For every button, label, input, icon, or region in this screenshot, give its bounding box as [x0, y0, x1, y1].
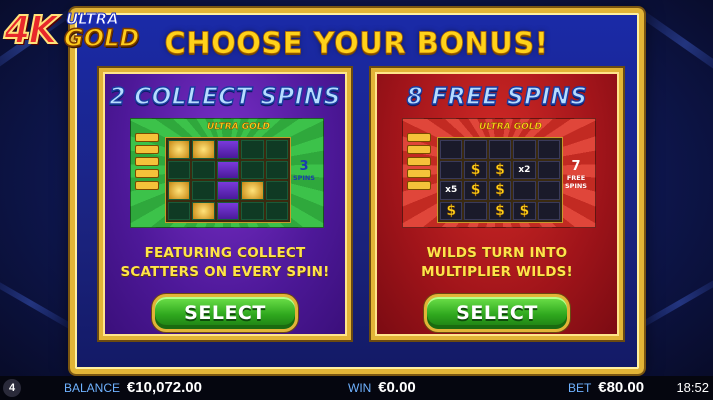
- bonus-option-description: WILDS TURN INTO MULTIPLIER WILDS!: [375, 244, 619, 282]
- preview-spins-counter: 7 FREE SPINS: [563, 159, 589, 190]
- bet-display: BET €80.00: [568, 379, 644, 396]
- balance-value: €10,072.00: [126, 379, 202, 396]
- description-line: WILDS TURN INTO: [426, 245, 568, 261]
- description-line: FEATURING COLLECT: [144, 245, 306, 261]
- bet-value: €80.00: [598, 379, 645, 396]
- win-label: WIN: [348, 381, 372, 395]
- clock: 18:52: [676, 380, 709, 395]
- bonus-option-collect-spins[interactable]: 2 COLLECT SPINS ULTRA GOLD 3 SPINS FEATU…: [99, 68, 351, 340]
- preview-spins-word: SPINS: [293, 174, 315, 182]
- bonus-preview-image: ULTRA GOLD $ $ x2 x5 $ $ $ $ $ 7 FREE SPINS: [402, 118, 596, 228]
- bonus-preview-image: ULTRA GOLD 3 SPINS: [130, 118, 324, 228]
- win-value: €0.00: [378, 379, 416, 396]
- win-display: WIN €0.00: [348, 379, 416, 396]
- preview-side-panel: [135, 133, 159, 193]
- preview-logo: ULTRA GOLD: [479, 122, 542, 132]
- preview-reel-grid: $ $ x2 x5 $ $ $ $ $: [437, 137, 563, 223]
- page-title: CHOOSE YOUR BONUS!: [164, 26, 549, 61]
- preview-spins-word: FREE SPINS: [565, 174, 587, 190]
- bonus-option-title: 8 FREE SPINS: [406, 83, 588, 110]
- bonus-option-title: 2 COLLECT SPINS: [109, 83, 341, 110]
- balance-display: BALANCE €10,072.00: [64, 379, 202, 396]
- multiplier-wild: x5: [440, 181, 463, 200]
- description-line: SCATTERS ON EVERY SPIN!: [120, 264, 330, 280]
- preview-side-panel: [407, 133, 431, 193]
- preview-spins-number: 7: [571, 159, 581, 174]
- bet-label: BET: [568, 381, 592, 395]
- balance-label: BALANCE: [64, 381, 121, 395]
- status-bar: 4 BALANCE €10,072.00 WIN €0.00 BET €80.0…: [0, 376, 713, 400]
- preview-reel-grid: [165, 137, 291, 223]
- preview-spins-number: 3: [299, 159, 309, 174]
- preview-spins-counter: 3 SPINS: [291, 159, 317, 182]
- provider-icon[interactable]: 4: [3, 379, 21, 397]
- multiplier-wild: x2: [513, 160, 536, 179]
- select-free-spins-button[interactable]: SELECT: [424, 294, 570, 332]
- preview-logo: ULTRA GOLD: [207, 122, 270, 132]
- select-collect-spins-button[interactable]: SELECT: [152, 294, 298, 332]
- bonus-option-free-spins[interactable]: 8 FREE SPINS ULTRA GOLD $ $ x2 x5 $ $ $ $ $ 7 …: [371, 68, 623, 340]
- game-stage: 4K ULTRA GOLD CHOOSE YOUR BONUS! 2 COLLE…: [0, 0, 713, 400]
- description-line: MULTIPLIER WILDS!: [421, 264, 573, 280]
- bonus-option-description: FEATURING COLLECT SCATTERS ON EVERY SPIN…: [103, 244, 347, 282]
